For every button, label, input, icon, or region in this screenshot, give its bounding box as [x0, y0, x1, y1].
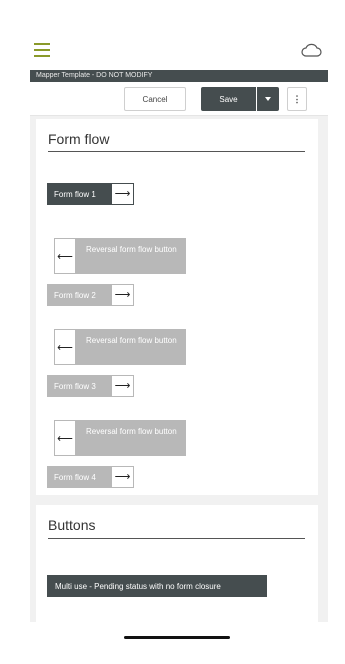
- more-options-button[interactable]: ⋮: [287, 87, 307, 111]
- hamburger-icon[interactable]: [34, 43, 50, 57]
- form-flow-card: Form flow Form flow 1 ⟶ ⟵ Reversal form …: [36, 119, 318, 495]
- reversal-form-flow-button-3[interactable]: ⟵ Reversal form flow button: [54, 420, 186, 456]
- arrow-right-icon: ⟶: [111, 466, 134, 488]
- section-title-buttons: Buttons: [48, 517, 96, 533]
- reversal-label: Reversal form flow button: [76, 420, 186, 456]
- caret-down-icon: [265, 97, 271, 101]
- arrow-right-icon: ⟶: [111, 183, 134, 205]
- cancel-button[interactable]: Cancel: [124, 87, 186, 111]
- form-content[interactable]: Form flow Form flow 1 ⟶ ⟵ Reversal form …: [30, 116, 328, 622]
- form-flow-label: Form flow 2: [47, 284, 111, 306]
- form-flow-button-2[interactable]: Form flow 2 ⟶: [47, 284, 134, 306]
- save-button[interactable]: Save: [201, 87, 256, 111]
- arrow-left-icon: ⟵: [54, 329, 76, 365]
- arrow-right-icon: ⟶: [111, 375, 134, 397]
- reversal-form-flow-button-2[interactable]: ⟵ Reversal form flow button: [54, 329, 186, 365]
- reversal-label: Reversal form flow button: [76, 238, 186, 274]
- section-divider: [48, 151, 305, 152]
- arrow-right-icon: ⟶: [111, 284, 134, 306]
- form-flow-label: Form flow 4: [47, 466, 111, 488]
- reversal-label: Reversal form flow button: [76, 329, 186, 365]
- multi-use-pending-button[interactable]: Multi use - Pending status with no form …: [47, 575, 267, 597]
- cloud-icon[interactable]: [300, 42, 322, 58]
- arrow-left-icon: ⟵: [54, 238, 76, 274]
- form-flow-label: Form flow 3: [47, 375, 111, 397]
- form-flow-button-1[interactable]: Form flow 1 ⟶: [47, 183, 134, 205]
- buttons-card: Buttons Multi use - Pending status with …: [36, 505, 318, 622]
- reversal-form-flow-button-1[interactable]: ⟵ Reversal form flow button: [54, 238, 186, 274]
- section-divider: [48, 538, 305, 539]
- form-flow-label: Form flow 1: [47, 183, 111, 205]
- arrow-left-icon: ⟵: [54, 420, 76, 456]
- form-flow-button-3[interactable]: Form flow 3 ⟶: [47, 375, 134, 397]
- home-indicator[interactable]: [124, 636, 230, 639]
- template-title: Mapper Template - DO NOT MODIFY: [30, 70, 328, 82]
- section-title-form-flow: Form flow: [48, 131, 110, 147]
- form-toolbar: Cancel Save ⋮: [30, 82, 328, 116]
- form-flow-button-4[interactable]: Form flow 4 ⟶: [47, 466, 134, 488]
- save-dropdown-button[interactable]: [257, 87, 279, 111]
- top-bar: [0, 0, 345, 70]
